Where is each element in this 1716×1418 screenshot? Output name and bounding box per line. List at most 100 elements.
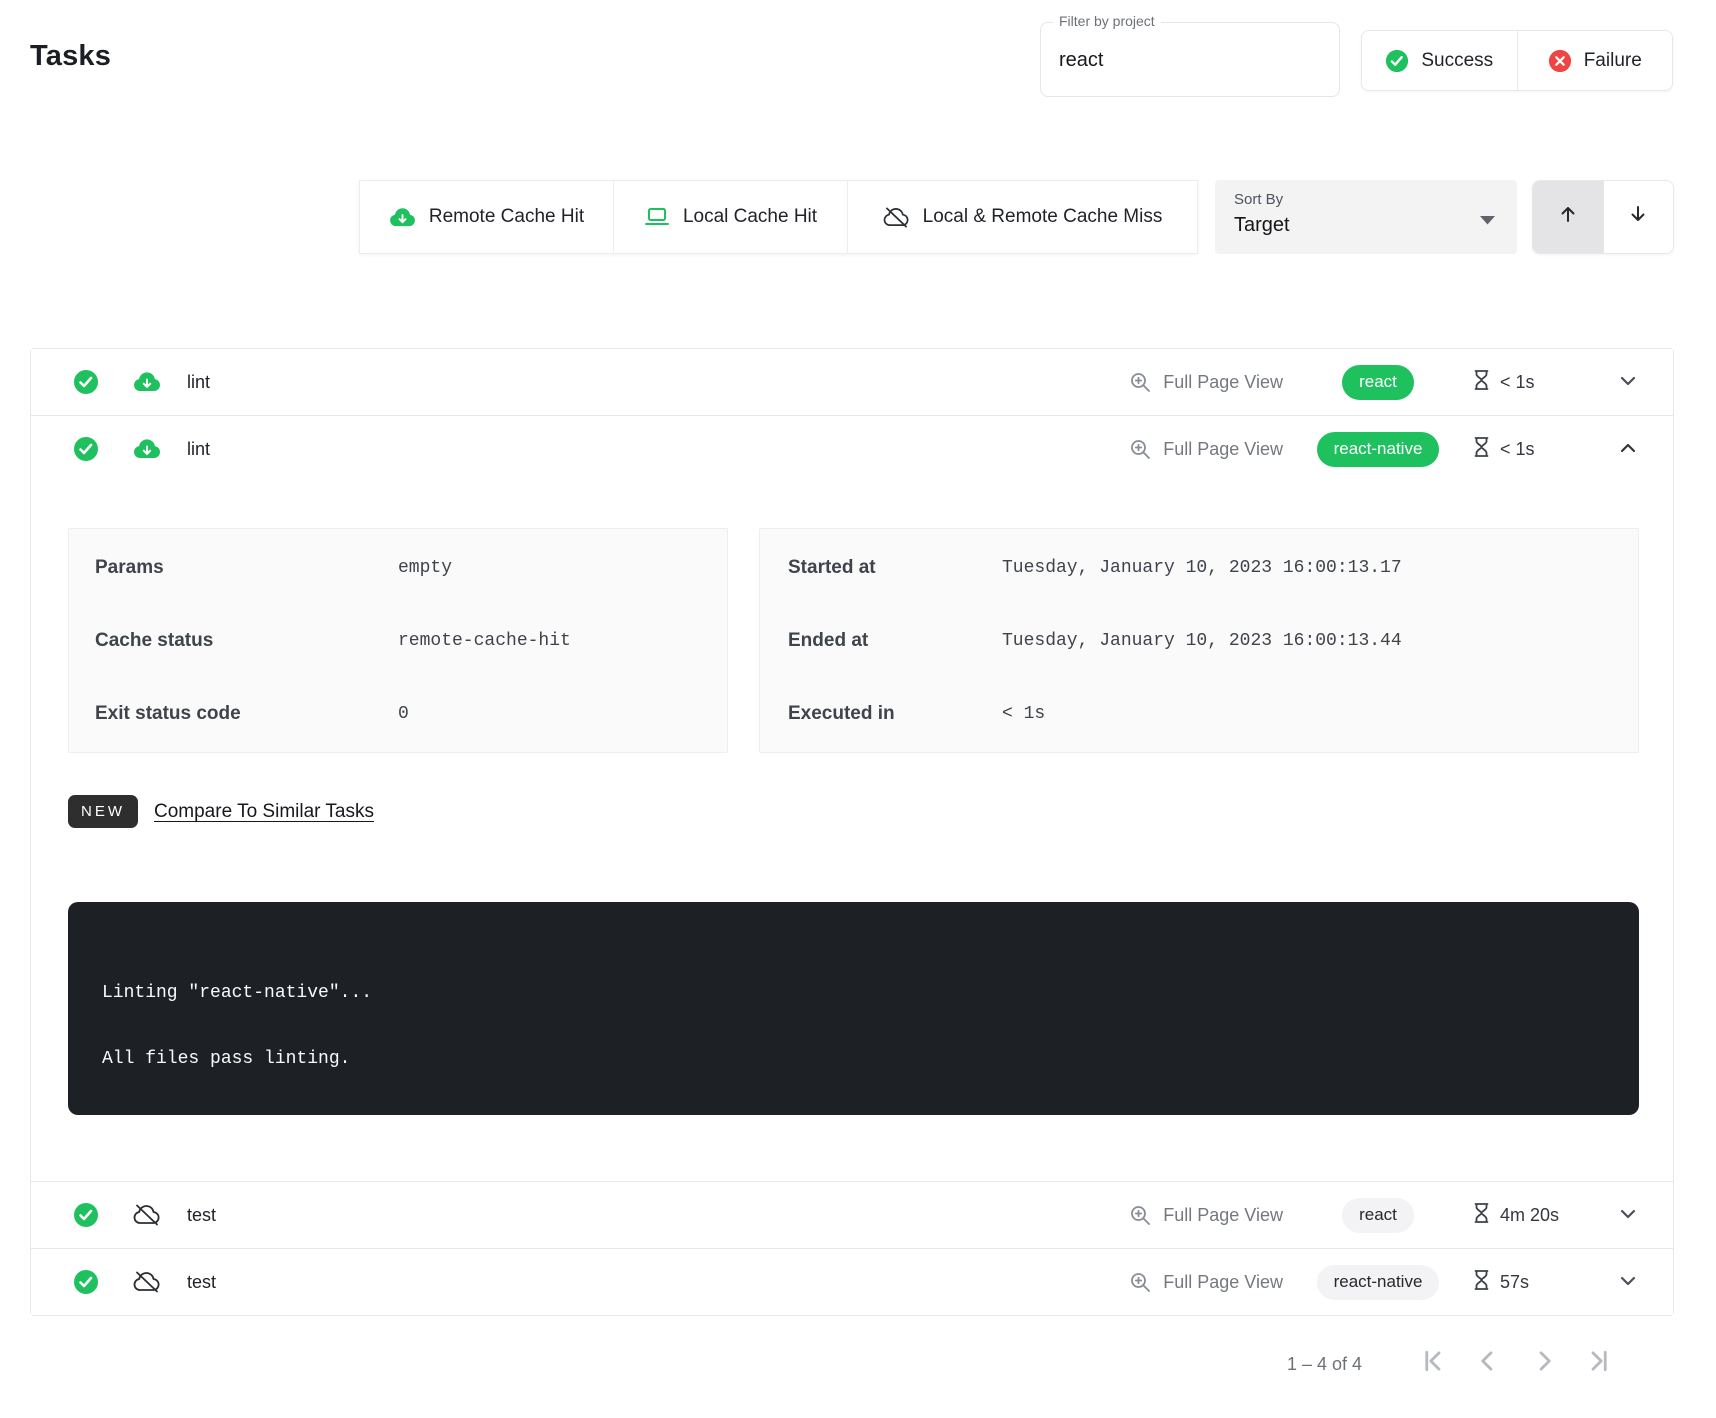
remote-cache-hit-filter-button[interactable]: Remote Cache Hit xyxy=(359,180,614,254)
previous-page-button[interactable] xyxy=(1474,1347,1502,1378)
task-duration: < 1s xyxy=(1500,439,1535,460)
zoom-in-icon xyxy=(1129,371,1151,393)
cache-miss-icon xyxy=(133,1203,161,1227)
remote-cache-hit-icon xyxy=(133,370,161,394)
task-list-card: lint Full Page View react < 1s xyxy=(30,348,1674,1316)
executed-in-value: < 1s xyxy=(1002,704,1045,724)
cloud-slash-icon xyxy=(883,206,910,229)
hourglass-icon xyxy=(1473,1202,1490,1229)
caret-down-icon xyxy=(1480,212,1495,230)
zoom-in-icon xyxy=(1129,1204,1151,1226)
chevron-down-icon xyxy=(1617,1270,1639,1295)
exit-status-label: Exit status code xyxy=(69,703,398,725)
full-page-view-label: Full Page View xyxy=(1163,372,1283,393)
sort-by-label: Sort By xyxy=(1234,191,1283,208)
sort-ascending-button[interactable] xyxy=(1533,181,1603,253)
project-badge: react-native xyxy=(1317,1265,1440,1300)
remote-cache-hit-icon xyxy=(133,437,161,461)
hourglass-icon xyxy=(1473,1269,1490,1296)
expanded-task-details: Params empty Cache status remote-cache-h… xyxy=(31,528,1673,1115)
task-name: lint xyxy=(187,372,210,393)
project-filter-input[interactable] xyxy=(1059,49,1309,72)
expand-toggle[interactable] xyxy=(1617,1270,1639,1295)
pagination-controls xyxy=(1418,1347,1614,1378)
new-badge: NEW xyxy=(68,795,138,828)
local-cache-hit-filter-button[interactable]: Local Cache Hit xyxy=(613,180,848,254)
executed-in-label: Executed in xyxy=(760,703,1002,725)
cache-miss-filter-button[interactable]: Local & Remote Cache Miss xyxy=(847,180,1198,254)
first-page-button[interactable] xyxy=(1418,1347,1446,1378)
first-page-icon xyxy=(1418,1347,1446,1378)
compare-to-similar-tasks-link[interactable]: Compare To Similar Tasks xyxy=(154,801,374,823)
full-page-view-link[interactable]: Full Page View xyxy=(1129,371,1283,393)
laptop-icon xyxy=(644,206,670,228)
success-status-icon xyxy=(73,1202,99,1228)
zoom-in-icon xyxy=(1129,438,1151,460)
arrow-up-icon xyxy=(1556,202,1580,233)
chevron-up-icon xyxy=(1617,437,1639,462)
chevron-down-icon xyxy=(1617,370,1639,395)
hourglass-icon xyxy=(1473,436,1490,463)
pagination-range: 1 – 4 of 4 xyxy=(1287,1354,1362,1375)
full-page-view-label: Full Page View xyxy=(1163,439,1283,460)
task-row: lint Full Page View react < 1s xyxy=(31,349,1673,415)
success-icon xyxy=(1385,49,1409,73)
expand-toggle[interactable] xyxy=(1617,370,1639,395)
failure-label: Failure xyxy=(1584,50,1642,72)
local-cache-hit-label: Local Cache Hit xyxy=(683,206,817,228)
success-status-icon xyxy=(73,369,99,395)
last-page-button[interactable] xyxy=(1586,1347,1614,1378)
full-page-view-link[interactable]: Full Page View xyxy=(1129,1271,1283,1293)
task-row: test Full Page View react-native 57s xyxy=(31,1249,1673,1315)
tasks-page: Tasks Filter by project Success Failure … xyxy=(0,0,1716,1418)
task-duration: < 1s xyxy=(1500,372,1535,393)
terminal-line: All files pass linting. xyxy=(102,1048,1619,1070)
full-page-view-label: Full Page View xyxy=(1163,1272,1283,1293)
sort-direction-group xyxy=(1532,180,1674,254)
sort-by-select[interactable]: Sort By Target xyxy=(1215,180,1517,254)
project-filter-label: Filter by project xyxy=(1053,13,1161,29)
task-duration: 4m 20s xyxy=(1500,1205,1559,1226)
next-page-button[interactable] xyxy=(1530,1347,1558,1378)
task-name: test xyxy=(187,1272,216,1293)
full-page-view-label: Full Page View xyxy=(1163,1205,1283,1226)
cache-miss-label: Local & Remote Cache Miss xyxy=(923,206,1163,228)
success-status-icon xyxy=(73,1269,99,1295)
timing-panel: Started at Tuesday, January 10, 2023 16:… xyxy=(759,528,1639,753)
started-at-value: Tuesday, January 10, 2023 16:00:13.17 xyxy=(1002,558,1402,578)
success-label: Success xyxy=(1421,50,1493,72)
arrow-down-icon xyxy=(1626,202,1650,233)
next-page-icon xyxy=(1530,1347,1558,1378)
status-filter-group: Success Failure xyxy=(1361,30,1673,91)
cache-status-label: Cache status xyxy=(69,630,398,652)
task-details-panel: Params empty Cache status remote-cache-h… xyxy=(68,528,728,753)
failure-icon xyxy=(1548,49,1572,73)
params-label: Params xyxy=(69,557,398,579)
terminal-output: Linting "react-native"... All files pass… xyxy=(68,902,1639,1115)
success-filter-button[interactable]: Success xyxy=(1362,31,1517,90)
full-page-view-link[interactable]: Full Page View xyxy=(1129,438,1283,460)
task-row: test Full Page View react 4m 20s xyxy=(31,1182,1673,1248)
cache-status-value: remote-cache-hit xyxy=(398,631,571,651)
chevron-down-icon xyxy=(1617,1203,1639,1228)
page-title: Tasks xyxy=(30,40,111,73)
project-badge: react-native xyxy=(1317,432,1440,467)
cloud-download-icon xyxy=(389,206,416,229)
previous-page-icon xyxy=(1474,1347,1502,1378)
terminal-line: Linting "react-native"... xyxy=(102,982,1619,1004)
ended-at-value: Tuesday, January 10, 2023 16:00:13.44 xyxy=(1002,631,1402,651)
project-badge: react xyxy=(1342,365,1414,400)
project-filter-field: Filter by project xyxy=(1040,22,1340,97)
task-name: test xyxy=(187,1205,216,1226)
failure-filter-button[interactable]: Failure xyxy=(1517,31,1673,90)
last-page-icon xyxy=(1586,1347,1614,1378)
cache-filter-group: Remote Cache Hit Local Cache Hit Local &… xyxy=(359,180,1198,254)
full-page-view-link[interactable]: Full Page View xyxy=(1129,1204,1283,1226)
sort-descending-button[interactable] xyxy=(1603,181,1674,253)
expand-toggle[interactable] xyxy=(1617,1203,1639,1228)
zoom-in-icon xyxy=(1129,1271,1151,1293)
ended-at-label: Ended at xyxy=(760,630,1002,652)
collapse-toggle[interactable] xyxy=(1617,437,1639,462)
cache-miss-icon xyxy=(133,1270,161,1294)
sort-by-value: Target xyxy=(1234,214,1290,237)
